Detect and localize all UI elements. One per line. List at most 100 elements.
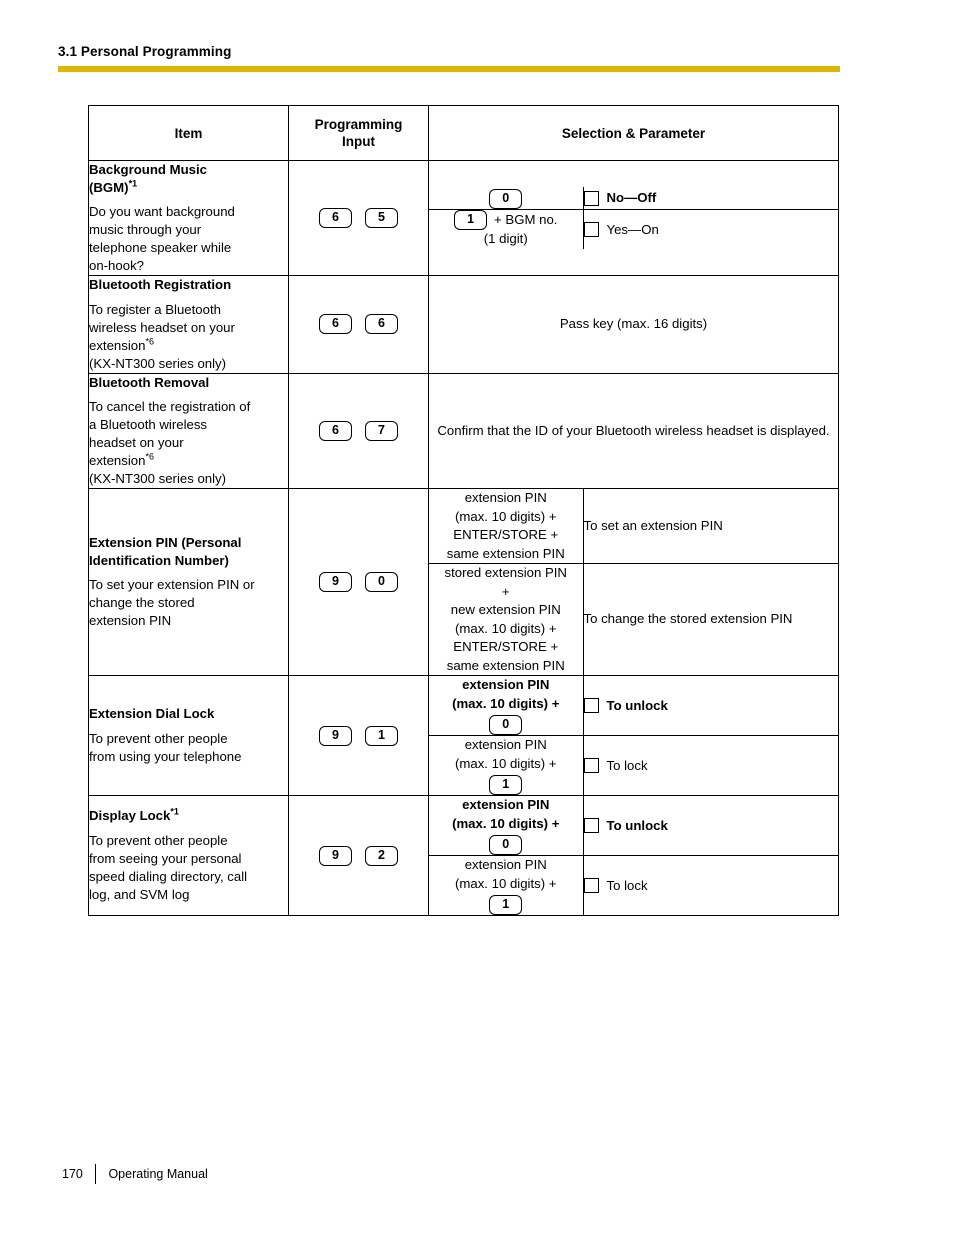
item-title-footnote-ref: *1 [170, 806, 179, 817]
selection-cell: 1 + BGM no. (1 digit) [429, 209, 584, 249]
item-description: To prevent other people from seeing your… [89, 832, 288, 904]
item-description-line: To set your extension PIN or [89, 577, 255, 592]
keypad-key[interactable]: 5 [365, 208, 398, 228]
key-sequence: 90 [289, 572, 428, 592]
item-title: Extension Dial Lock [89, 706, 215, 722]
item-cell-bluetooth-registration: Bluetooth Registration To register a Blu… [88, 275, 289, 374]
checkbox[interactable] [583, 698, 599, 713]
selection-parameter-subtable: extension PIN (max. 10 digits) + 0 To un… [429, 676, 838, 795]
programming-input-cell: 65 [288, 160, 429, 276]
parameter-label: No—Off [606, 190, 657, 206]
item-title: Extension PIN (Personal Identification N… [89, 534, 288, 569]
item-cell-bluetooth-removal: Bluetooth Removal To cancel the registra… [88, 372, 289, 489]
keypad-key[interactable]: 0 [489, 715, 523, 735]
item-description-line: (KX-NT300 series only) [89, 471, 227, 486]
personal-programming-table: Item Programming Input Selection & Param… [88, 105, 839, 916]
item-description-line: on-hook? [89, 258, 144, 273]
key-sequence: 92 [289, 845, 428, 866]
key-sequence: 67 [289, 420, 428, 441]
keypad-key[interactable]: 1 [489, 775, 523, 795]
parameter-label: To lock [606, 877, 648, 893]
header-gold-rule [58, 66, 840, 72]
item-description-line: telephone speaker while [89, 240, 232, 255]
footnote-ref: *6 [145, 451, 154, 462]
keypad-key[interactable]: 6 [319, 314, 352, 335]
selection-parameter-cell: extension PIN (max. 10 digits) + 0 To un… [428, 675, 839, 796]
keypad-key[interactable]: 9 [319, 845, 352, 866]
parameter-cell: Yes—On [583, 209, 838, 249]
parameter-label: Yes—On [606, 221, 659, 237]
item-description-line: extension*6 [89, 451, 154, 468]
keypad-key[interactable]: 6 [365, 314, 398, 335]
item-description-line: To register a Bluetooth [89, 301, 221, 317]
item-title-text-line2: Identification Number) [89, 552, 229, 568]
keypad-key[interactable]: 6 [319, 208, 352, 228]
item-title-text: Background Music [89, 162, 207, 177]
item-description-line: from seeing your personal [89, 850, 242, 866]
programming-input-cell: 90 [288, 488, 429, 676]
checkbox[interactable] [583, 222, 599, 237]
keypad-key[interactable]: 2 [365, 845, 398, 866]
table-header-row: Item Programming Input Selection & Param… [88, 105, 839, 161]
page-title: 3.1 Personal Programming [58, 44, 232, 59]
selection-line: extension PIN [464, 857, 547, 872]
item-description-line: (KX-NT300 series only) [89, 355, 227, 371]
keypad-key[interactable]: 9 [319, 725, 352, 746]
selection-cell: stored extension PIN + new extension PIN… [429, 563, 584, 675]
item-description-line: from using your telephone [89, 748, 242, 764]
column-header-programming-input-line2: Input [342, 134, 375, 149]
key-sequence: 91 [289, 725, 428, 746]
checkbox[interactable] [583, 758, 599, 773]
selection-key-line: 0 [429, 189, 583, 210]
parameter-cell: No—Off [583, 187, 838, 210]
item-title: Bluetooth Removal [89, 374, 210, 390]
key-sequence: 65 [289, 208, 428, 228]
parameter-label: To unlock [606, 697, 668, 713]
table-row: Background Music (BGM)*1 Do you want bac… [88, 160, 839, 276]
selection-line: + [501, 583, 510, 599]
selection-inline-text: + BGM no. [494, 212, 558, 227]
keypad-key[interactable]: 0 [365, 572, 398, 592]
page-number: 170 [62, 1167, 83, 1181]
selection-line: (max. 10 digits) + [454, 755, 557, 771]
selection-parameter-cell: Confirm that the ID of your Bluetooth wi… [428, 372, 839, 489]
programming-input-cell: 67 [288, 372, 429, 489]
keypad-key[interactable]: 9 [319, 572, 352, 592]
selection-parameter-cell: Pass key (max. 16 digits) [428, 275, 839, 374]
keypad-key[interactable]: 1 [454, 210, 488, 231]
item-description-line: change the stored [89, 595, 195, 610]
selection-cell: 0 [429, 187, 584, 210]
selection-line: extension PIN [464, 737, 547, 752]
selection-line: (max. 10 digits) + [454, 875, 557, 891]
checkbox[interactable] [583, 190, 599, 206]
programming-input-cell: 66 [288, 275, 429, 374]
item-description-line: headset on your [89, 435, 184, 450]
keypad-key[interactable]: 6 [319, 420, 352, 441]
item-description-line: To prevent other people [89, 730, 228, 746]
checkbox[interactable] [583, 818, 599, 833]
item-title-footnote-ref: *1 [128, 178, 138, 189]
selection-line: same extension PIN [446, 657, 565, 673]
keypad-key[interactable]: 0 [489, 835, 523, 855]
table-row: Extension Dial Lock To prevent other peo… [88, 675, 839, 796]
selection-parameter-cell: extension PIN (max. 10 digits) + ENTER/S… [428, 488, 839, 676]
selection-parameter-subtable: extension PIN (max. 10 digits) + ENTER/S… [429, 489, 838, 675]
item-description-line: wireless headset on your [89, 319, 235, 335]
selection-line: (max. 10 digits) + [454, 620, 557, 636]
checkbox[interactable] [583, 878, 599, 893]
sub-row: 1 + BGM no. (1 digit) Yes—On [429, 209, 838, 249]
selection-key-line: 1 [429, 775, 583, 795]
keypad-key[interactable]: 1 [365, 725, 398, 746]
item-description-line: To cancel the registration of [89, 399, 251, 414]
keypad-key[interactable]: 0 [489, 189, 523, 210]
page-footer: 170 Operating Manual [62, 1164, 208, 1184]
selection-line: (max. 10 digits) + [452, 815, 560, 831]
keypad-key[interactable]: 7 [365, 420, 398, 441]
keypad-key[interactable]: 1 [489, 895, 523, 915]
item-description-line: music through your [89, 222, 202, 237]
key-sequence: 66 [289, 314, 428, 335]
selection-line: same extension PIN [446, 545, 565, 561]
column-header-selection-parameter: Selection & Parameter [428, 105, 839, 161]
item-title: Bluetooth Registration [89, 277, 232, 292]
selection-line: ENTER/STORE + [453, 639, 559, 654]
